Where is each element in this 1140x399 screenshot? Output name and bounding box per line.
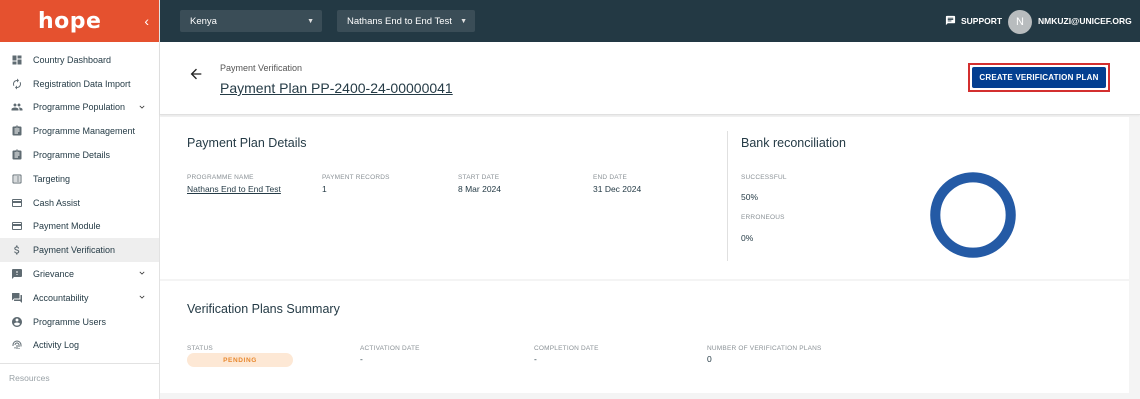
sidebar-item-payment-verification[interactable]: Payment Verification <box>0 238 159 263</box>
sidebar-item-activity-log[interactable]: Activity Log <box>0 334 159 358</box>
cta-highlight: CREATE VERIFICATION PLAN <box>968 63 1110 92</box>
support-label: SUPPORT <box>961 15 1003 26</box>
page-title[interactable]: Payment Plan PP-2400-24-00000041 <box>220 80 453 96</box>
clipboard-icon <box>10 149 24 161</box>
sidebar-item-label: Country Dashboard <box>33 54 112 65</box>
sidebar-item-programme-population[interactable]: Programme Population <box>0 96 159 120</box>
start-date-label: START DATE <box>458 174 500 181</box>
page-header: Payment Verification Payment Plan PP-240… <box>160 42 1140 115</box>
collapse-sidebar-icon[interactable]: ‹ <box>144 13 149 29</box>
support-button[interactable]: SUPPORT <box>945 15 1002 26</box>
sidebar-item-grievance[interactable]: Grievance <box>0 262 159 286</box>
dashboard-icon <box>10 54 24 66</box>
sidebar-item-country-dashboard[interactable]: Country Dashboard <box>0 48 159 72</box>
app-root: hope ‹ Country Dashboard Registration Dat… <box>0 0 1140 399</box>
user-email[interactable]: NMKUZI@UNICEF.ORG <box>1038 16 1132 26</box>
sidebar-item-label: Payment Module <box>33 221 101 232</box>
sidebar-item-label: Activity Log <box>33 340 80 351</box>
activation-date-value: - <box>360 354 363 364</box>
card-icon <box>10 220 24 232</box>
clipboard-icon <box>10 125 24 137</box>
chevron-down-icon: ▼ <box>307 17 314 25</box>
chevron-down-icon[interactable] <box>137 268 147 280</box>
programme-select-value: Nathans End to End Test <box>347 15 452 27</box>
sidebar-item-payment-module[interactable]: Payment Module <box>0 215 159 239</box>
sidebar-item-programme-management[interactable]: Programme Management <box>0 119 159 143</box>
chat-icon <box>10 292 24 304</box>
verification-plans-count-value: 0 <box>707 354 712 364</box>
country-select[interactable]: Kenya ▼ <box>180 10 322 32</box>
verification-plans-count-label: NUMBER OF VERIFICATION PLANS <box>707 345 822 352</box>
sidebar-item-label: Grievance <box>33 269 75 280</box>
list-icon <box>10 173 24 185</box>
breadcrumb[interactable]: Payment Verification <box>220 63 302 73</box>
reconciliation-title: Bank reconciliation <box>741 136 846 150</box>
support-chat-icon <box>945 15 956 26</box>
erroneous-value: 0% <box>741 233 754 243</box>
create-verification-plan-button[interactable]: CREATE VERIFICATION PLAN <box>972 67 1106 88</box>
back-arrow-icon[interactable] <box>188 66 204 82</box>
sidebar-item-label: Registration Data Import <box>33 78 131 89</box>
refresh-icon <box>10 78 24 90</box>
sidebar-item-accountability[interactable]: Accountability <box>0 286 159 310</box>
payment-plan-details-card: Payment Plan Details PROGRAMME NAME Nath… <box>160 117 1129 279</box>
sidebar-item-label: Programme Management <box>33 126 136 137</box>
hope-logo[interactable]: hope <box>38 9 101 34</box>
status-badge: PENDING <box>187 353 293 367</box>
fingerprint-icon <box>10 339 24 351</box>
activation-date-label: ACTIVATION DATE <box>360 345 420 352</box>
chevron-down-icon[interactable] <box>137 102 147 114</box>
sidebar-nav: Country Dashboard Registration Data Impor… <box>0 42 159 357</box>
sidebar-item-label: Programme Details <box>33 150 111 161</box>
programme-name-label: PROGRAMME NAME <box>187 174 254 181</box>
successful-label: SUCCESSFUL <box>741 174 787 181</box>
sidebar-item-targeting[interactable]: Targeting <box>0 167 159 191</box>
sidebar-item-cash-assist[interactable]: Cash Assist <box>0 191 159 215</box>
sidebar-item-programme-details[interactable]: Programme Details <box>0 143 159 167</box>
sidebar-item-label: Cash Assist <box>33 197 81 208</box>
programme-name-link[interactable]: Nathans End to End Test <box>187 184 281 194</box>
status-label: STATUS <box>187 345 213 352</box>
sidebar: hope ‹ Country Dashboard Registration Dat… <box>0 0 160 399</box>
start-date-value: 8 Mar 2024 <box>458 184 501 194</box>
card-icon <box>10 197 24 209</box>
completion-date-value: - <box>534 354 537 364</box>
user-circle-icon <box>10 316 24 328</box>
logo-bar: hope ‹ <box>0 0 159 42</box>
people-icon <box>10 101 24 113</box>
payment-records-label: PAYMENT RECORDS <box>322 174 390 181</box>
alert-icon <box>10 268 24 280</box>
vertical-divider <box>727 131 728 261</box>
dollar-icon <box>10 244 24 256</box>
chevron-down-icon[interactable] <box>137 292 147 304</box>
top-bar: Kenya ▼ Nathans End to End Test ▼ SUPPOR… <box>160 0 1140 42</box>
avatar[interactable]: N <box>1008 10 1032 34</box>
sidebar-item-programme-users[interactable]: Programme Users <box>0 310 159 334</box>
successful-value: 50% <box>741 192 759 202</box>
sidebar-item-registration-data-import[interactable]: Registration Data Import <box>0 72 159 96</box>
details-title: Payment Plan Details <box>187 136 307 150</box>
end-date-value: 31 Dec 2024 <box>593 184 642 194</box>
sidebar-item-label: Programme Population <box>33 102 126 113</box>
country-select-value: Kenya <box>190 15 217 27</box>
sidebar-item-label: Programme Users <box>33 316 107 327</box>
resources-label[interactable]: Resources <box>0 364 159 383</box>
summary-title: Verification Plans Summary <box>187 302 340 316</box>
sidebar-item-label: Payment Verification <box>33 245 116 256</box>
end-date-label: END DATE <box>593 174 627 181</box>
payment-records-value: 1 <box>322 184 327 194</box>
completion-date-label: COMPLETION DATE <box>534 345 599 352</box>
reconciliation-donut-chart <box>930 172 1016 258</box>
erroneous-label: ERRONEOUS <box>741 214 785 221</box>
donut-ring <box>930 172 1016 258</box>
chevron-down-icon: ▼ <box>460 17 467 25</box>
verification-plans-summary-card: Verification Plans Summary STATUS PENDIN… <box>160 281 1129 393</box>
sidebar-item-label: Targeting <box>33 173 71 184</box>
sidebar-item-label: Accountability <box>33 292 89 303</box>
programme-select[interactable]: Nathans End to End Test ▼ <box>337 10 475 32</box>
